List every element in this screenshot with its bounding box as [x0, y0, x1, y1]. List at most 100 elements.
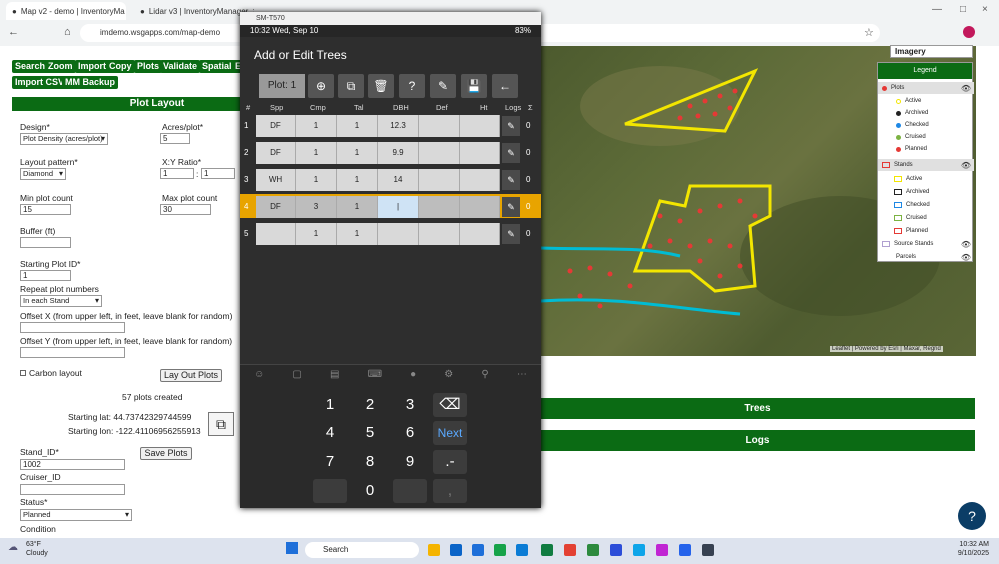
minimize-icon[interactable]: —: [932, 4, 942, 15]
dbh-cell[interactable]: 9.9: [378, 142, 419, 164]
app-icon[interactable]: [702, 544, 714, 556]
zoom-button[interactable]: Zoom: [45, 60, 76, 73]
cmp-cell[interactable]: 1: [296, 115, 337, 137]
copy-coords-icon[interactable]: ⧉: [208, 412, 234, 436]
buffer-input[interactable]: [20, 237, 71, 248]
ht-cell[interactable]: [460, 169, 500, 191]
dbh-cell-active[interactable]: |: [378, 196, 419, 218]
excel-icon[interactable]: [541, 544, 553, 556]
bookmark-star-icon[interactable]: ☆: [864, 26, 874, 39]
design-select[interactable]: Plot Density (acres/plot): [20, 133, 108, 145]
key-2[interactable]: 2: [353, 393, 387, 417]
repeat-select[interactable]: In each Stand: [20, 295, 102, 307]
spp-cell[interactable]: [256, 223, 296, 245]
save-icon[interactable]: 💾: [461, 74, 487, 98]
chrome-icon[interactable]: [564, 544, 576, 556]
key-6[interactable]: 6: [393, 421, 427, 445]
dot-minus-key[interactable]: .-: [433, 450, 467, 474]
mm-backup-button[interactable]: MM Backup: [62, 76, 119, 89]
ht-cell[interactable]: [460, 223, 500, 245]
stand-id-input[interactable]: 1002: [20, 459, 125, 470]
cmp-cell[interactable]: 1: [296, 223, 337, 245]
ratio-x-input[interactable]: 1: [160, 168, 194, 179]
ht-cell[interactable]: [460, 115, 500, 137]
home-icon[interactable]: ⌂: [64, 26, 71, 38]
status-select[interactable]: Planned: [20, 509, 132, 521]
tal-cell[interactable]: 1: [337, 196, 378, 218]
trees-button[interactable]: Trees: [540, 398, 975, 419]
def-cell[interactable]: [419, 115, 460, 137]
logs-pencil-icon[interactable]: ✎: [502, 116, 520, 136]
dbh-cell[interactable]: [378, 223, 419, 245]
def-cell[interactable]: [419, 223, 460, 245]
help-icon[interactable]: ?: [958, 502, 986, 530]
blank-key[interactable]: [313, 479, 347, 503]
start-id-input[interactable]: 1: [20, 270, 71, 281]
table-row[interactable]: 2 DF 1 1 9.9 ✎ 0: [240, 140, 541, 164]
close-window-icon[interactable]: ×: [982, 4, 988, 15]
next-key[interactable]: Next: [433, 421, 467, 445]
tal-cell[interactable]: 1: [337, 169, 378, 191]
imagery-select[interactable]: Imagery: [890, 45, 973, 58]
import-button[interactable]: Import: [75, 60, 109, 73]
keyboard-icon[interactable]: ⌨: [368, 369, 382, 387]
comma-key[interactable]: ,: [433, 479, 467, 503]
clipboard-icon[interactable]: ▤: [330, 369, 339, 387]
eye-icon[interactable]: 👁: [961, 161, 971, 170]
blank-key[interactable]: [393, 479, 427, 503]
back-arrow-icon[interactable]: ←: [492, 74, 518, 98]
add-tree-icon[interactable]: ⊕: [308, 74, 334, 98]
teams-icon[interactable]: [516, 544, 528, 556]
offset-x-input[interactable]: [20, 322, 125, 333]
spatial-button[interactable]: Spatial: [199, 60, 235, 73]
tab-map[interactable]: ● Map v2 - demo | InventoryMa ×: [6, 2, 126, 20]
carbon-checkbox[interactable]: [20, 370, 26, 376]
cmp-cell[interactable]: 1: [296, 169, 337, 191]
acres-input[interactable]: 5: [160, 133, 190, 144]
eye-icon[interactable]: 👁: [961, 253, 971, 262]
taskbar-search[interactable]: Search: [305, 542, 419, 558]
ht-cell[interactable]: [460, 196, 500, 218]
delete-icon[interactable]: 🗑: [368, 74, 394, 98]
validate-button[interactable]: Validate: [160, 60, 201, 73]
help-question-icon[interactable]: ?: [399, 74, 425, 98]
spp-cell[interactable]: DF: [256, 142, 296, 164]
cruiser-id-input[interactable]: [20, 484, 125, 495]
save-plots-button[interactable]: Save Plots: [140, 447, 192, 460]
key-4[interactable]: 4: [313, 421, 347, 445]
sticker-icon[interactable]: ▢: [292, 369, 301, 387]
logs-pencil-icon[interactable]: ✎: [502, 143, 520, 163]
table-row[interactable]: 5 1 1 ✎ 0: [240, 221, 541, 245]
plots-button[interactable]: Plots: [134, 60, 163, 73]
copy-icon[interactable]: ⧉: [338, 74, 364, 98]
dbh-cell[interactable]: 12.3: [378, 115, 419, 137]
edit-pencil-icon[interactable]: ✎: [430, 74, 456, 98]
windows-start-icon[interactable]: [286, 542, 298, 554]
backspace-key[interactable]: ⌫: [433, 393, 467, 417]
key-0[interactable]: 0: [353, 479, 387, 503]
lay-out-plots-button[interactable]: Lay Out Plots: [160, 369, 222, 382]
app-icon[interactable]: [587, 544, 599, 556]
key-8[interactable]: 8: [353, 450, 387, 474]
spp-cell[interactable]: DF: [256, 115, 296, 137]
back-icon[interactable]: ←: [8, 26, 19, 38]
tal-cell[interactable]: 1: [337, 142, 378, 164]
maps-icon[interactable]: [472, 544, 484, 556]
copy-button[interactable]: Copy: [106, 60, 135, 73]
app-icon[interactable]: [656, 544, 668, 556]
logs-pencil-icon[interactable]: ✎: [502, 197, 520, 217]
emoji-icon[interactable]: ☺: [254, 369, 264, 387]
edge-icon[interactable]: [633, 544, 645, 556]
spp-cell[interactable]: DF: [256, 196, 296, 218]
ht-cell[interactable]: [460, 142, 500, 164]
key-5[interactable]: 5: [353, 421, 387, 445]
app-icon[interactable]: [610, 544, 622, 556]
search-icon[interactable]: ⚲: [481, 369, 488, 387]
word-icon[interactable]: [679, 544, 691, 556]
offset-y-input[interactable]: [20, 347, 125, 358]
search-button[interactable]: Search: [12, 60, 49, 73]
outlook-icon[interactable]: [450, 544, 462, 556]
def-cell[interactable]: [419, 169, 460, 191]
key-1[interactable]: 1: [313, 393, 347, 417]
tal-cell[interactable]: 1: [337, 223, 378, 245]
